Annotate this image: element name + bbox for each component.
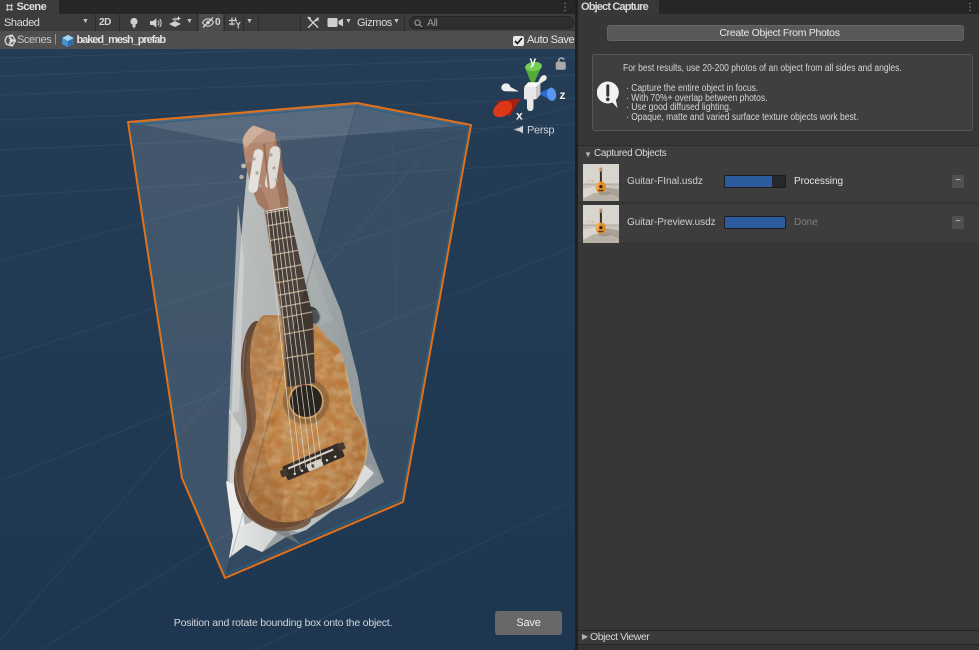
svg-text:y: y bbox=[530, 54, 537, 68]
svg-text:x: x bbox=[516, 109, 523, 123]
svg-text:Persp: Persp bbox=[527, 125, 554, 137]
svg-text:z: z bbox=[560, 88, 566, 102]
